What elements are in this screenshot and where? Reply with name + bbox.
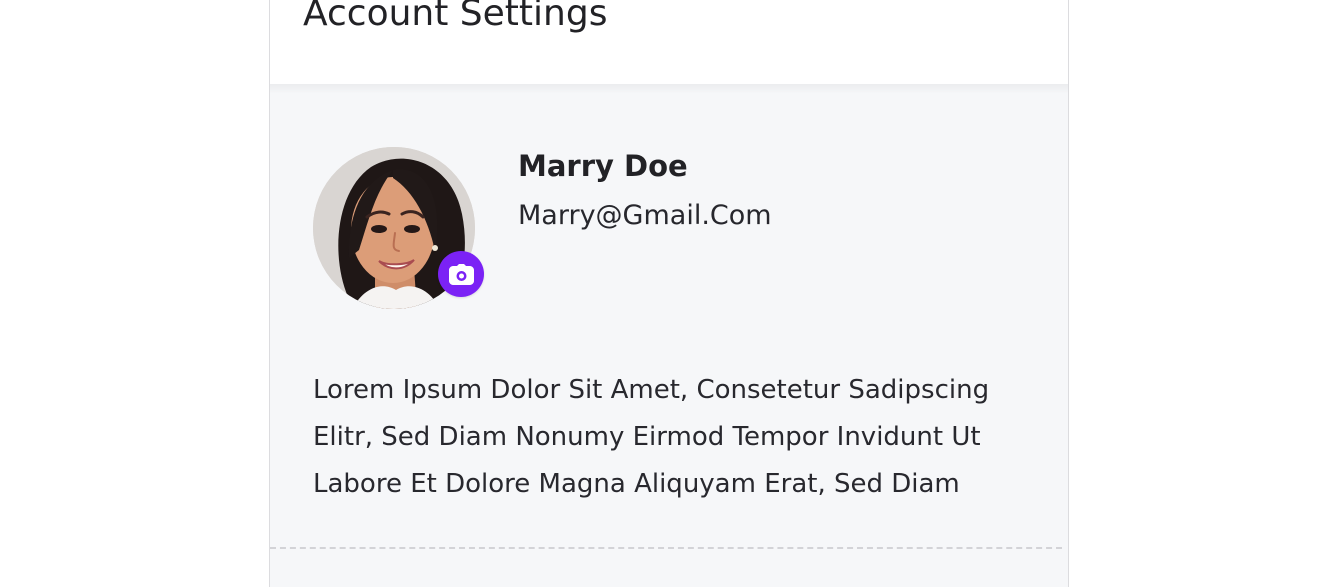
left-eye	[371, 225, 387, 233]
earring	[432, 245, 438, 251]
section-divider	[270, 547, 1062, 549]
profile-email: Marry@Gmail.Com	[518, 200, 772, 231]
right-eye	[404, 225, 420, 233]
account-settings-panel: Account Settings Marry Doe Marry@Gmail.C…	[269, 0, 1069, 587]
profile-content: Marry Doe Marry@Gmail.Com Lorem Ipsum Do…	[270, 84, 1068, 587]
camera-icon	[448, 263, 474, 285]
profile-name: Marry Doe	[518, 149, 688, 183]
panel-header: Account Settings	[270, 0, 1068, 84]
page-title: Account Settings	[303, 0, 608, 34]
profile-avatar-group	[313, 147, 484, 309]
change-photo-button[interactable]	[438, 251, 484, 297]
profile-details: Marry Doe Marry@Gmail.Com	[518, 146, 1018, 234]
profile-bio: Lorem Ipsum Dolor Sit Amet, Consetetur S…	[313, 375, 990, 499]
